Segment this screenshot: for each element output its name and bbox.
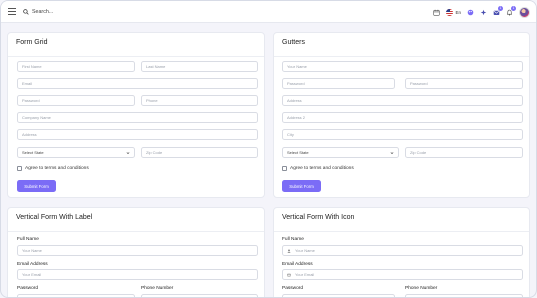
password-input[interactable]: Password [282,78,395,89]
password-label: Password [17,286,39,291]
first-name-input[interactable]: First Name [17,61,135,72]
password-input-2[interactable]: Password [405,78,523,89]
chevron-down-icon [126,151,130,154]
zip-input[interactable]: Zip Code [141,147,258,158]
notifications-badge: 1 [511,5,516,11]
gutters-card: Gutters Your Name Password Password Addr… [273,32,530,198]
name-input[interactable]: Your Name [282,61,523,72]
email-input[interactable]: Email [17,78,258,89]
state-select[interactable]: Select State [282,147,399,158]
search-icon [23,9,29,15]
app-frame: Search... En 1 1 Form Grid First Name La… [0,0,537,298]
agree-label: Agree to terms and conditions [290,166,354,171]
phone-label: Phone Number [405,286,438,291]
full-name-input[interactable]: Your Name [17,245,258,256]
checkbox-box[interactable] [17,166,22,171]
submit-button[interactable]: Submit Form [17,180,56,192]
vertical-label-title: Vertical Form With Label [16,214,93,221]
divider [8,56,264,57]
address-input[interactable]: Address [17,129,258,140]
notifications-button[interactable]: 1 [506,5,516,16]
checkbox-box[interactable] [282,166,287,171]
form-grid-card: Form Grid First Name Last Name Email Pas… [7,32,265,198]
vertical-label-card: Vertical Form With Label Full Name Your … [7,207,265,297]
password-input[interactable] [282,294,395,297]
state-select-value: Select State [287,150,309,155]
full-name-placeholder: Your Name [295,248,315,253]
palette-icon [467,9,474,15]
email-label: Email Address [17,262,48,267]
last-name-input[interactable]: Last Name [141,61,258,72]
avatar[interactable] [519,6,530,18]
top-bar: Search... En 1 1 [1,1,536,23]
user-icon [287,248,291,253]
settings-button[interactable] [480,9,487,16]
password-input[interactable] [17,294,135,297]
search-box[interactable]: Search... [23,7,53,17]
full-name-label: Full Name [17,237,39,242]
city-input[interactable]: City [282,129,523,140]
company-input[interactable]: Company Name [17,112,258,123]
divider [8,231,264,232]
full-name-input[interactable]: Your Name [282,245,523,256]
email-input[interactable]: Your Email [17,269,258,280]
phone-input[interactable]: Phone [141,95,258,106]
chevron-down-icon [390,151,394,154]
us-flag-icon [446,8,454,16]
agree-checkbox[interactable]: Agree to terms and conditions [17,166,89,171]
divider [274,56,529,57]
full-name-label: Full Name [282,237,304,242]
phone-input[interactable] [141,294,258,297]
email-label: Email Address [282,262,313,267]
calendar-icon [433,9,441,16]
phone-input[interactable] [405,294,523,297]
search-label: Search... [32,9,54,15]
divider [274,231,529,232]
state-select-value: Select State [22,150,44,155]
language-selector[interactable]: En [446,8,461,16]
mail-icon [287,273,291,276]
state-select[interactable]: Select State [17,147,135,158]
vertical-icon-title: Vertical Form With Icon [282,214,355,221]
zip-input[interactable]: Zip Code [405,147,523,158]
submit-button[interactable]: Submit Form [282,180,321,192]
calendar-button[interactable] [433,9,441,16]
address-2-input[interactable]: Address 2 [282,112,523,123]
vertical-icon-card: Vertical Form With Icon Full Name Your N… [273,207,530,297]
menu-icon[interactable] [8,8,16,15]
theme-button[interactable] [467,9,474,16]
password-input[interactable]: Password [17,95,135,106]
agree-label: Agree to terms and conditions [25,166,89,171]
messages-button[interactable]: 1 [493,5,503,16]
password-label: Password [282,286,304,291]
phone-label: Phone Number [141,286,174,291]
address-input[interactable]: Address [282,95,523,106]
email-placeholder: Your Email [295,272,315,277]
gutters-title: Gutters [282,39,305,46]
agree-checkbox[interactable]: Agree to terms and conditions [282,166,354,171]
messages-badge: 1 [498,5,503,11]
form-grid-title: Form Grid [16,39,48,46]
language-label: En [455,9,461,15]
sparkle-icon [480,9,487,15]
email-input[interactable]: Your Email [282,269,523,280]
